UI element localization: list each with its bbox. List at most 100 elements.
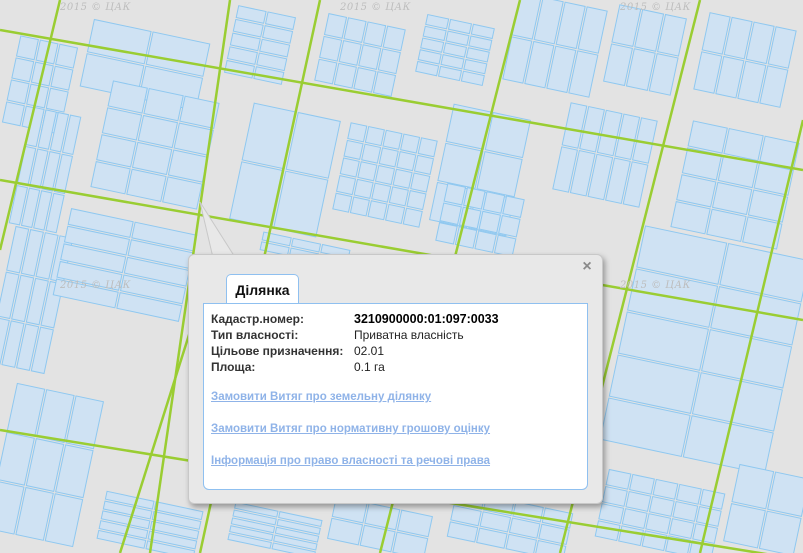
parcel-shape[interactable] (443, 182, 467, 206)
parcel-shape[interactable] (437, 142, 484, 189)
parcel-shape[interactable] (167, 149, 209, 183)
parcel-shape[interactable] (378, 147, 399, 168)
parcel-shape[interactable] (601, 486, 628, 507)
parcel-shape[interactable] (388, 186, 409, 207)
parcel-shape[interactable] (675, 483, 702, 505)
parcel-shape[interactable] (353, 67, 377, 93)
parcel-shape[interactable] (410, 172, 431, 193)
tab-parcel[interactable]: Ділянка (226, 274, 299, 304)
map-watermark: 2015 © ЦАК (340, 2, 411, 13)
parcel-shape[interactable] (338, 40, 362, 66)
parcel-shape[interactable] (676, 174, 717, 208)
parcel-shape[interactable] (327, 517, 364, 546)
parcel-shape[interactable] (323, 13, 348, 39)
parcel-shape[interactable] (476, 151, 523, 198)
parcel-shape[interactable] (723, 503, 766, 549)
parcel-shape[interactable] (482, 191, 506, 214)
parcel-shape[interactable] (377, 48, 401, 75)
parcel-shape[interactable] (668, 518, 695, 540)
order-land-extract-link[interactable]: Замовити Витяг про земельну ділянку (211, 391, 431, 403)
parcel-shape[interactable] (687, 120, 728, 154)
parcel-shape[interactable] (402, 207, 423, 228)
parcel-shape[interactable] (439, 202, 462, 226)
parcel-shape[interactable] (758, 510, 802, 553)
parcel-shape[interactable] (618, 525, 645, 547)
parcel-shape[interactable] (652, 478, 679, 500)
field-label: Площа: (211, 360, 256, 374)
parcel-shape[interactable] (621, 508, 648, 530)
parcel-shape[interactable] (339, 157, 360, 178)
parcel-shape[interactable] (101, 107, 143, 141)
parcel-shape[interactable] (413, 154, 435, 175)
parcel-shape[interactable] (361, 143, 382, 164)
parcel-shape[interactable] (162, 176, 203, 210)
parcel-shape[interactable] (625, 490, 652, 512)
parcel-shape[interactable] (417, 137, 438, 158)
parcel-shape[interactable] (648, 495, 675, 517)
parcel-shape[interactable] (343, 17, 367, 43)
parcel-shape[interactable] (645, 513, 672, 535)
parcel-shape[interactable] (396, 509, 433, 538)
parcel-shape[interactable] (314, 58, 338, 85)
parcel-shape[interactable] (96, 134, 137, 168)
parcel-shape[interactable] (731, 463, 775, 510)
parcel-shape[interactable] (385, 203, 406, 225)
parcel-shape[interactable] (382, 129, 403, 150)
field-label: Цільове призначення: (211, 344, 344, 358)
parcel-shape[interactable] (332, 192, 353, 213)
parcel-shape[interactable] (11, 57, 35, 83)
parcel-shape[interactable] (137, 114, 179, 149)
parcel-shape[interactable] (723, 127, 764, 162)
parcel-shape[interactable] (372, 71, 397, 97)
parcel-shape[interactable] (672, 500, 699, 522)
parcel-shape[interactable] (347, 122, 368, 143)
parcel-shape[interactable] (400, 133, 421, 154)
parcel-shape[interactable] (711, 181, 753, 216)
parcel-shape[interactable] (598, 503, 625, 525)
parcel-shape[interactable] (15, 35, 39, 61)
parcel-shape[interactable] (364, 502, 401, 531)
parcel-shape[interactable] (364, 125, 385, 147)
parcel-shape[interactable] (396, 151, 417, 172)
parcel-shape[interactable] (374, 164, 396, 186)
parcel-shape[interactable] (502, 195, 525, 218)
order-valuation-extract-link[interactable]: Замовити Витяг про нормативну грошову оц… (211, 423, 490, 435)
parcel-shape[interactable] (343, 139, 364, 160)
parcel-shape[interactable] (55, 43, 79, 69)
parcel-shape[interactable] (335, 175, 357, 196)
parcel-shape[interactable] (349, 196, 370, 217)
parcel-shape[interactable] (371, 182, 392, 203)
parcel-shape[interactable] (1, 101, 25, 127)
parcel-shape[interactable] (353, 178, 374, 199)
parcel-shape[interactable] (629, 473, 655, 495)
parcel-shape[interactable] (392, 168, 413, 189)
parcel-shape[interactable] (406, 190, 427, 211)
parcel-shape[interactable] (670, 201, 711, 235)
parcel-shape[interactable] (363, 21, 387, 48)
parcel-shape[interactable] (50, 65, 74, 91)
field-label: Кадастр.номер: (211, 312, 304, 326)
parcel-shape[interactable] (333, 62, 357, 89)
parcel-shape[interactable] (319, 35, 343, 62)
parcel-shape[interactable] (767, 471, 803, 517)
parcel-shape[interactable] (357, 161, 378, 182)
parcel-shape[interactable] (358, 44, 382, 70)
parcel-shape[interactable] (359, 524, 396, 553)
parcel-shape[interactable] (382, 25, 406, 52)
parcel-shape[interactable] (126, 168, 167, 203)
parcel-shape[interactable] (474, 230, 497, 253)
ownership-info-link[interactable]: Інформація про право власності та речові… (211, 455, 490, 467)
map-watermark: 2015 © ЦАК (60, 2, 131, 13)
parcel-shape[interactable] (605, 468, 632, 490)
parcel-shape[interactable] (435, 222, 458, 245)
parcel-shape[interactable] (478, 210, 502, 234)
parcel-shape[interactable] (131, 141, 173, 176)
parcel-shape[interactable] (498, 214, 521, 238)
parcel-shape[interactable] (367, 200, 388, 221)
parcel-shape[interactable] (90, 161, 131, 195)
close-icon[interactable]: × (580, 259, 594, 275)
parcel-shape[interactable] (45, 87, 69, 113)
parcel-shape[interactable] (6, 79, 30, 105)
parcel-shape[interactable] (706, 208, 747, 243)
map-watermark: 2015 © ЦАК (60, 280, 131, 291)
